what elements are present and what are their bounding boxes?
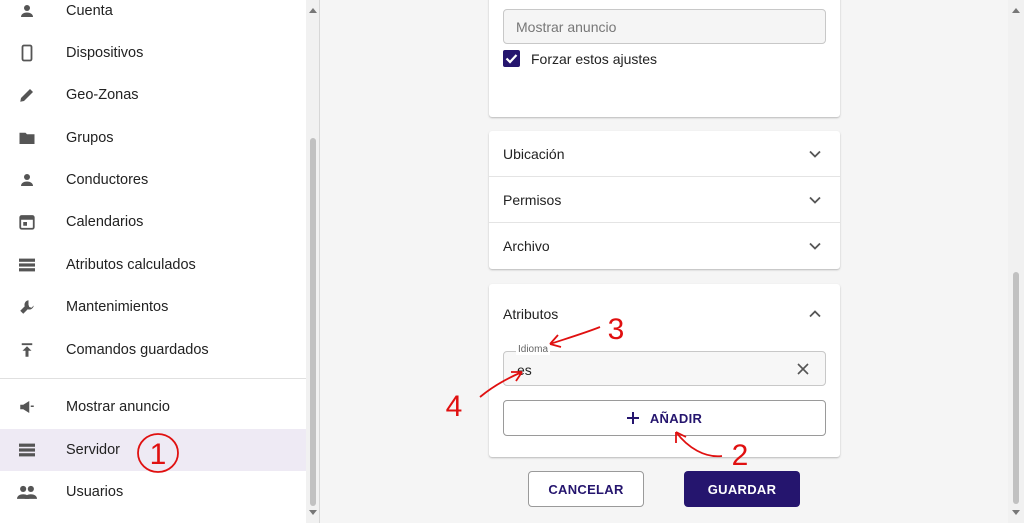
megaphone-icon — [17, 397, 37, 417]
chevron-up-icon — [809, 310, 821, 318]
cancel-button[interactable]: CANCELAR — [528, 471, 644, 507]
sidebar-item-label: Geo-Zonas — [66, 87, 139, 103]
announcement-placeholder: Mostrar anuncio — [516, 19, 617, 35]
sidebar-item-cuenta[interactable]: Cuenta — [0, 0, 306, 32]
people-icon — [17, 482, 37, 502]
sidebar-item-label: Comandos guardados — [66, 342, 209, 358]
accordion-permisos[interactable]: Permisos — [489, 177, 840, 223]
force-settings-label: Forzar estos ajustes — [531, 51, 658, 67]
check-icon — [505, 54, 518, 64]
accordion-archivo[interactable]: Archivo — [489, 223, 840, 269]
sidebar-item-geo-zonas[interactable]: Geo-Zonas — [0, 74, 306, 116]
sidebar-item-mantenimientos[interactable]: Mantenimientos — [0, 286, 306, 328]
chevron-down-icon — [809, 150, 821, 158]
sidebar-item-label: Mantenimientos — [66, 299, 169, 315]
cancel-label: CANCELAR — [548, 481, 624, 497]
person-icon — [17, 170, 37, 190]
sidebar-item-label: Atributos calculados — [66, 257, 196, 273]
language-field-label: Idioma — [516, 344, 551, 355]
pencil-icon — [17, 85, 37, 105]
announcement-card: Mostrar anuncio Forzar estos ajustes — [489, 0, 840, 117]
attributes-card: Atributos Idioma es AÑADIR — [489, 284, 840, 457]
scroll-up-arrow-icon[interactable] — [309, 8, 317, 13]
sidebar-item-dispositivos[interactable]: Dispositivos — [0, 32, 306, 74]
accordion-label: Archivo — [503, 238, 550, 254]
scroll-down-arrow-icon[interactable] — [1012, 510, 1020, 515]
sidebar-item-label: Mostrar anuncio — [66, 399, 170, 415]
storage-icon — [17, 440, 37, 460]
sidebar-item-grupos[interactable]: Grupos — [0, 117, 306, 159]
accordion-label: Ubicación — [503, 146, 565, 162]
wrench-icon — [17, 297, 37, 317]
announcement-input[interactable]: Mostrar anuncio — [503, 9, 826, 44]
sidebar-item-comandos-guardados[interactable]: Comandos guardados — [0, 329, 306, 371]
close-icon[interactable] — [797, 363, 809, 375]
sidebar-item-label: Usuarios — [66, 484, 124, 500]
chevron-down-icon — [809, 196, 821, 204]
plus-icon — [626, 412, 639, 424]
storage-icon — [17, 255, 37, 275]
sidebar-item-label: Grupos — [66, 130, 114, 146]
sidebar-divider — [0, 378, 306, 379]
save-button[interactable]: GUARDAR — [684, 471, 800, 507]
page-scroll-thumb[interactable] — [1013, 272, 1019, 504]
attributes-header[interactable]: Atributos — [489, 284, 840, 342]
folder-icon — [17, 128, 37, 148]
sidebar-item-usuarios[interactable]: Usuarios — [0, 471, 306, 513]
add-attribute-label: AÑADIR — [649, 410, 703, 426]
person-icon — [17, 1, 37, 21]
scroll-up-arrow-icon[interactable] — [1012, 8, 1020, 13]
sidebar-item-servidor[interactable]: Servidor — [0, 429, 306, 471]
add-attribute-button[interactable]: AÑADIR — [503, 400, 826, 436]
sidebar-item-label: Cuenta — [66, 3, 113, 19]
sidebar-item-atributos-calculados[interactable]: Atributos calculados — [0, 244, 306, 286]
sidebar-scrollbar[interactable] — [306, 0, 319, 523]
scroll-down-arrow-icon[interactable] — [309, 510, 317, 515]
sidebar-item-label: Conductores — [66, 172, 149, 188]
sidebar-item-label: Calendarios — [66, 214, 144, 230]
chevron-down-icon — [809, 242, 821, 250]
language-field-value: es — [517, 362, 532, 378]
sidebar-item-conductores[interactable]: Conductores — [0, 159, 306, 201]
calendar-icon — [17, 212, 37, 232]
attributes-title: Atributos — [503, 306, 559, 322]
publish-icon — [17, 340, 37, 360]
accordion-ubicacion[interactable]: Ubicación — [489, 131, 840, 177]
accordion-group: Ubicación Permisos Archivo — [489, 131, 840, 269]
sidebar: Cuenta Dispositivos Geo-Zonas Grupos Con… — [0, 0, 320, 523]
sidebar-item-label: Dispositivos — [66, 45, 144, 61]
annotation-number-4: 4 — [446, 390, 463, 423]
sidebar-scroll-thumb[interactable] — [310, 138, 316, 506]
accordion-label: Permisos — [503, 192, 562, 208]
page-scrollbar[interactable] — [1008, 0, 1024, 523]
sidebar-item-mostrar-anuncio[interactable]: Mostrar anuncio — [0, 386, 306, 428]
sidebar-item-calendarios[interactable]: Calendarios — [0, 201, 306, 243]
save-label: GUARDAR — [707, 481, 777, 497]
phone-icon — [17, 43, 37, 63]
sidebar-item-label: Servidor — [66, 442, 120, 458]
language-field[interactable]: Idioma es — [503, 344, 826, 386]
force-settings-checkbox[interactable] — [503, 50, 520, 67]
